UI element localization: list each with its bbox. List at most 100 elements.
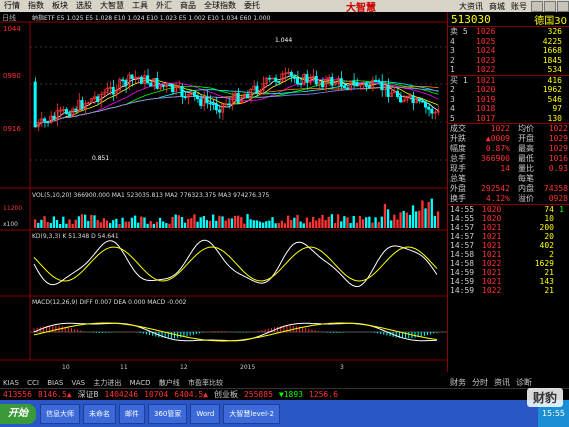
menu-item-tools[interactable]: 工具 — [128, 0, 152, 12]
volume-bar — [268, 220, 271, 228]
volume-bar — [361, 219, 365, 228]
volume-bar — [305, 217, 309, 228]
taskbar-item[interactable]: Word — [190, 403, 221, 424]
candle-body — [46, 120, 50, 124]
indicator-tab[interactable]: BIAS — [44, 379, 66, 387]
indicator-tab[interactable]: 主力进出 — [90, 379, 124, 387]
quote-panel: 513030 德国30 卖 5 1026 326 4 1025 4225 3 1024 16… — [447, 12, 569, 372]
tab-diagnosis[interactable]: 诊断 — [513, 377, 535, 387]
account-button[interactable]: 账号 — [508, 1, 530, 12]
sell-row[interactable]: 卖 5 1026 326 — [448, 27, 569, 37]
candle-body — [192, 91, 196, 97]
candle-body — [380, 81, 384, 91]
candle-body — [183, 96, 187, 98]
volume-bar — [399, 212, 402, 228]
stat-value: 0.87% — [485, 144, 510, 153]
sell-row[interactable]: 3 1024 1668 — [448, 46, 569, 56]
volume-bar — [146, 223, 149, 228]
stat-label: 总笔 — [450, 174, 466, 183]
taskbar-item[interactable]: 邮件 — [119, 403, 145, 424]
indicator-tab[interactable]: VAS — [69, 379, 89, 387]
volume-bar — [318, 218, 321, 228]
security-name: 德国30 — [534, 15, 567, 27]
buy-row[interactable]: 5 1017 130 — [448, 114, 569, 124]
candle-body — [236, 92, 240, 104]
indicator-tab[interactable]: 散户线 — [156, 379, 183, 387]
taskbar-item[interactable]: 大智慧level-2 — [223, 403, 280, 424]
tick-volume: 2 — [549, 250, 554, 259]
menu-item-quotes[interactable]: 行情 — [0, 0, 24, 12]
buy-level: 买 1 — [450, 75, 468, 85]
volume-bar — [293, 217, 296, 228]
menu-item-sector[interactable]: 板块 — [48, 0, 72, 12]
tick-time: 14:55 — [450, 214, 475, 223]
buy-volume: 130 — [547, 113, 562, 123]
menu-item-index[interactable]: 指数 — [24, 0, 48, 12]
chart-canvas: 1044 0980 0916 日线 纳指ETF E5 1.025 E5 1.02… — [0, 12, 447, 372]
volume-bar — [371, 222, 374, 228]
buy-volume: 416 — [547, 75, 562, 85]
indicator-tab[interactable]: MACD — [127, 379, 154, 387]
tab-news[interactable]: 资讯 — [491, 377, 513, 387]
indicator-tab[interactable]: KIAS — [0, 379, 22, 387]
buy-row[interactable]: 3 1019 546 — [448, 95, 569, 105]
maximize-button[interactable] — [544, 0, 556, 12]
indicator-tab-bar: KIAS CCI BIAS VAS 主力进出 MACD 散户线 市盈率比较 — [0, 378, 447, 388]
close-button[interactable] — [557, 0, 569, 12]
volume-bar — [105, 220, 109, 228]
stat-row: 现手 14 量比 0.93 — [448, 164, 569, 174]
sell-row[interactable]: 1 1022 534 — [448, 65, 569, 75]
tab-intraday[interactable]: 分时 — [469, 377, 491, 387]
start-button[interactable]: 开始 — [0, 403, 36, 424]
kline-chart-panel[interactable]: 1044 0980 0916 日线 纳指ETF E5 1.025 E5 1.02… — [0, 12, 447, 372]
volume-bar — [296, 214, 299, 228]
tab-finance[interactable]: 财务 — [447, 377, 469, 387]
buy-row[interactable]: 买 1 1021 416 — [448, 76, 569, 86]
buy-row[interactable]: 2 1020 1962 — [448, 85, 569, 95]
volume-bar — [199, 217, 202, 228]
sell-row[interactable]: 4 1025 4225 — [448, 37, 569, 47]
volume-bar — [137, 222, 140, 228]
candle-body — [352, 80, 356, 83]
menu-item-global-index[interactable]: 全球指数 — [200, 0, 240, 12]
sell-level: 2 — [450, 55, 455, 65]
tick-flag — [554, 250, 564, 259]
buy-row[interactable]: 4 1018 97 — [448, 104, 569, 114]
candle-body — [305, 74, 309, 83]
indicator-tab[interactable]: 市盈率比较 — [185, 379, 226, 387]
news-button[interactable]: 大资讯 — [456, 1, 486, 12]
volume-bar — [174, 214, 177, 228]
minimize-button[interactable] — [531, 0, 543, 12]
taskbar-item[interactable]: 信息大师 — [40, 403, 80, 424]
volume-bar — [62, 216, 65, 228]
x-label-5: 3 — [340, 364, 344, 371]
taskbar-item[interactable]: 360管家 — [148, 403, 188, 424]
volume-bar — [433, 215, 437, 228]
volume-bar — [374, 217, 377, 228]
menu-item-commodity[interactable]: 商品 — [176, 0, 200, 12]
volume-bar — [180, 216, 184, 228]
candle-body — [64, 109, 68, 115]
sell-level: 4 — [450, 36, 455, 46]
volume-bar — [187, 218, 190, 228]
volume-bar — [87, 220, 90, 228]
indicator-tab[interactable]: CCI — [24, 379, 42, 387]
stat-row: 外盘 292542 内盘 74358 — [448, 184, 569, 194]
menu-item-dzh[interactable]: 大智慧 — [96, 0, 128, 12]
tick-price: 1022 — [482, 286, 502, 295]
store-button[interactable]: 商城 — [486, 1, 508, 12]
tick-row: 14:57 1021 200 — [448, 223, 569, 232]
sell-price: 1022 — [476, 65, 496, 74]
stat-value: 1029 — [548, 144, 568, 153]
volume-bar — [436, 211, 440, 228]
menu-item-screener[interactable]: 选股 — [72, 0, 96, 12]
sell-level: 3 — [450, 46, 455, 55]
sell-row[interactable]: 2 1023 1845 — [448, 56, 569, 66]
candle-body — [292, 76, 296, 79]
volume-bar — [411, 205, 415, 228]
stat-label: 最高 — [518, 144, 534, 153]
menu-item-forex[interactable]: 外汇 — [152, 0, 176, 12]
taskbar-item[interactable]: 未命名 — [83, 403, 116, 424]
tick-list[interactable]: 14:55 1020 74 1 14:55 1020 10 14:57 1021 200 14:57… — [448, 205, 569, 295]
menu-item-order[interactable]: 委托 — [240, 0, 264, 12]
